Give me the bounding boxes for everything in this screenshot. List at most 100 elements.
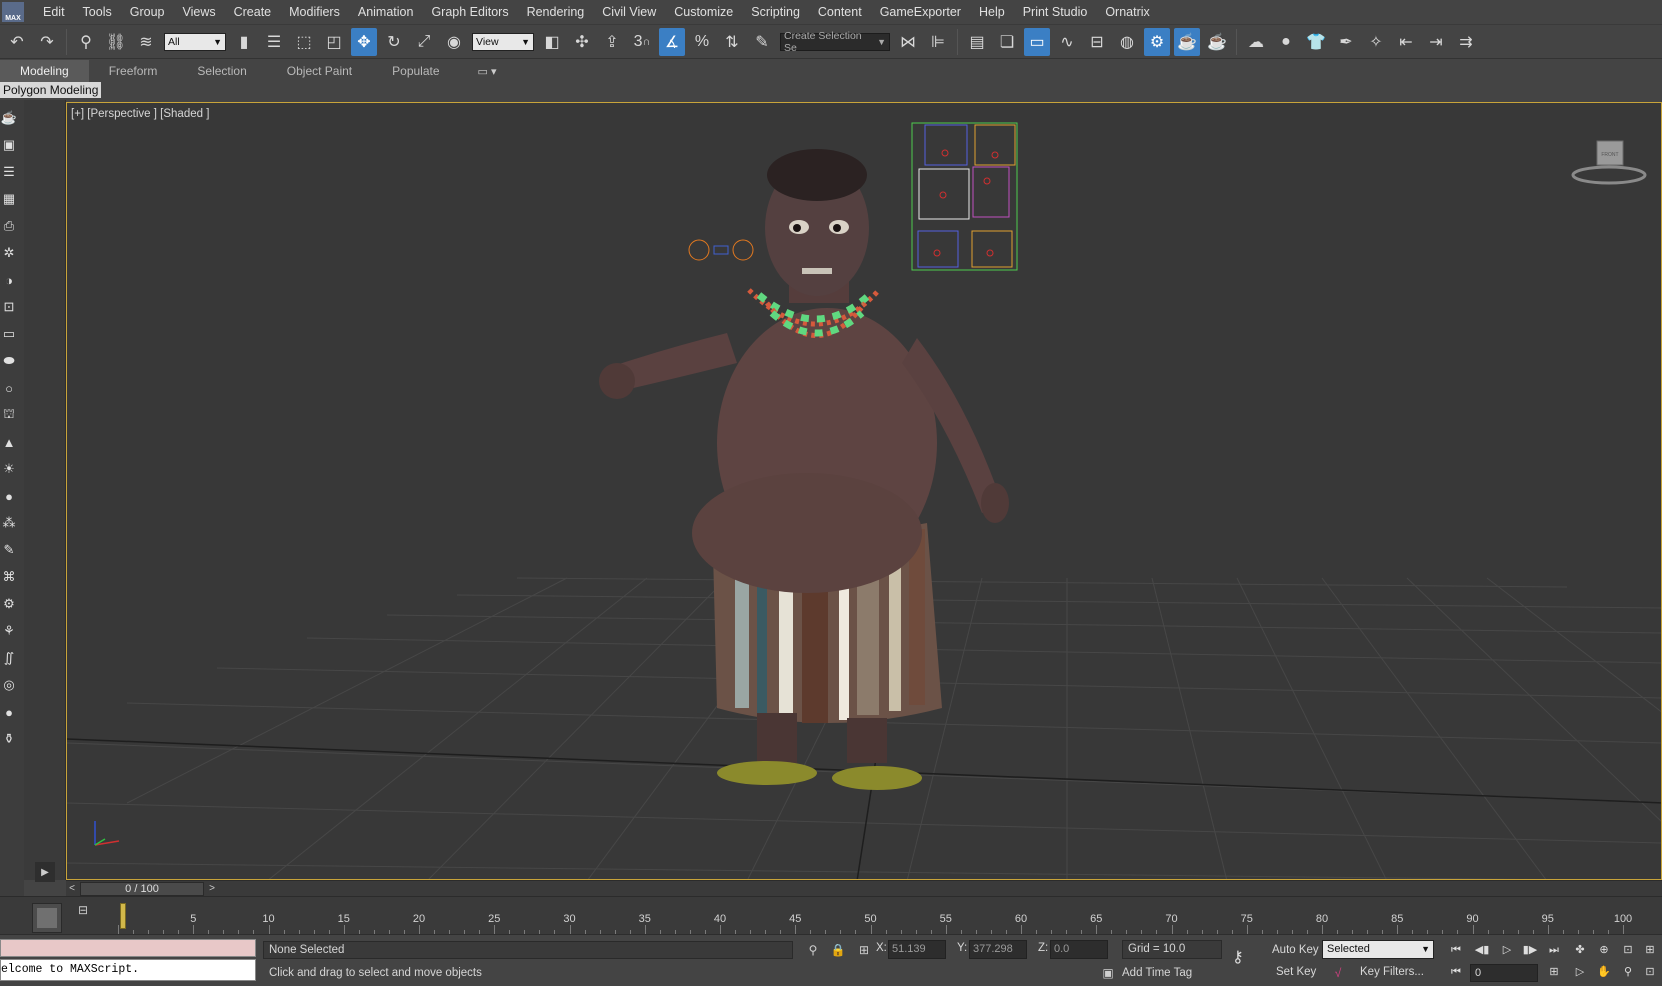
set-key-button[interactable]: Set Key — [1276, 966, 1316, 978]
named-selection-sets-dropdown[interactable]: Create Selection Se ▼ — [780, 30, 890, 54]
maxscript-listener-input[interactable] — [0, 939, 256, 957]
set-keys-key-icon[interactable]: ⚷ — [1232, 947, 1260, 966]
game-exporter-icon[interactable]: ⇥ — [1423, 28, 1449, 56]
cloth-icon[interactable]: 👕 — [1303, 28, 1329, 56]
edit-named-selection-icon[interactable]: ✎ — [749, 28, 775, 56]
snaps-toggle-icon[interactable]: 3 ∩ — [629, 28, 655, 56]
pan-icon[interactable]: ✋ — [1594, 963, 1614, 981]
sphere-icon[interactable]: ● — [1273, 28, 1299, 56]
rectangular-selection-icon[interactable]: ⬚ — [291, 28, 317, 56]
field-of-view-icon[interactable]: ⊡ — [1618, 941, 1638, 959]
teapot-icon[interactable]: ⛫ — [0, 406, 18, 424]
table-icon[interactable]: ▦ — [0, 190, 18, 208]
key-filters-button[interactable]: Key Filters... — [1360, 966, 1424, 978]
auto-key-button[interactable]: Auto Key — [1272, 944, 1319, 956]
polygon-modeling-panel[interactable]: Polygon Modeling — [0, 82, 102, 98]
zoom-region-icon[interactable]: ⊕ — [1594, 941, 1614, 959]
percent-snap-icon[interactable]: % — [689, 28, 715, 56]
paint-icon[interactable]: ✎ — [0, 541, 18, 559]
menu-graph-editors[interactable]: Graph Editors — [422, 0, 517, 25]
batch-export-icon[interactable]: ⇉ — [1453, 28, 1479, 56]
zoom-extents-icon[interactable]: ✤ — [1570, 941, 1590, 959]
sphere-icon[interactable]: ○ — [0, 379, 18, 397]
menu-scripting[interactable]: Scripting — [742, 0, 809, 25]
menu-views[interactable]: Views — [173, 0, 224, 25]
tab-populate[interactable]: Populate — [372, 60, 459, 82]
menu-animation[interactable]: Animation — [349, 0, 423, 25]
z-coordinate-field[interactable]: 0.0 — [1050, 940, 1108, 959]
rendered-frame-window-icon[interactable]: ☕ — [1174, 27, 1200, 56]
tab-freeform[interactable]: Freeform — [89, 60, 178, 82]
viewcube[interactable]: FRONT — [1569, 137, 1649, 187]
tab-selection[interactable]: Selection — [177, 60, 266, 82]
select-by-name-icon[interactable]: ☰ — [261, 28, 287, 56]
render-in-cloud-icon[interactable]: ☁ — [1243, 28, 1269, 56]
mirror-icon[interactable]: ⋈ — [895, 28, 921, 56]
mini-curve-editor-button[interactable] — [32, 903, 62, 933]
menu-print-studio[interactable]: Print Studio — [1014, 0, 1097, 25]
render-setup-icon[interactable]: ⚙ — [1144, 27, 1170, 56]
go-to-end-icon[interactable]: ⏭ — [1544, 941, 1564, 959]
use-pivot-center-icon[interactable]: ◧ — [539, 28, 565, 56]
select-object-icon[interactable]: ▮ — [231, 28, 257, 56]
menu-edit[interactable]: Edit — [34, 0, 74, 25]
menu-customize[interactable]: Customize — [665, 0, 742, 25]
time-slider[interactable]: < 0 / 100 > — [66, 880, 1662, 896]
particles-icon[interactable]: ⁂ — [0, 514, 18, 532]
previous-frame-icon[interactable]: ◀▮ — [1472, 941, 1492, 959]
menu-rendering[interactable]: Rendering — [518, 0, 594, 25]
film-icon[interactable]: ⊡ — [0, 298, 18, 316]
hair-icon[interactable]: ∬ — [0, 649, 18, 667]
layer-manager-icon[interactable]: ▤ — [964, 28, 990, 56]
window-crossing-icon[interactable]: ◰ — [321, 28, 347, 56]
unlink-icon[interactable]: ⛓ — [103, 28, 129, 56]
menu-tools[interactable]: Tools — [74, 0, 121, 25]
time-configuration-icon[interactable]: ⊞ — [1544, 963, 1564, 981]
cloth-icon[interactable]: ⌘ — [0, 568, 18, 586]
box-icon[interactable]: ▭ — [0, 325, 18, 343]
bottle-icon[interactable]: ⚱ — [0, 730, 18, 748]
render-production-icon[interactable]: ☕ — [1204, 28, 1230, 56]
curve-icon[interactable]: √ — [1330, 965, 1346, 981]
undo-icon[interactable]: ↶ — [4, 28, 30, 56]
schematic-view-icon[interactable]: ⊟ — [1084, 28, 1110, 56]
app-logo[interactable]: MAX — [2, 2, 24, 22]
grass-icon[interactable]: ⚘ — [0, 622, 18, 640]
keyboard-shortcut-override-icon[interactable]: ⇪ — [599, 28, 625, 56]
select-and-move-icon[interactable]: ✥ — [351, 27, 377, 56]
key-mode-toggle-icon[interactable]: ⏮ — [1446, 963, 1466, 981]
track-bar[interactable]: ⊟ 5 10 15 20 25 30 35 40 45 50 55 60 65 70 75 80 85 90 95 1… — [0, 896, 1662, 935]
sphere-white-icon[interactable]: ● — [0, 703, 18, 721]
reference-coordinate-dropdown[interactable]: View ▼ — [472, 32, 534, 51]
filter-icon[interactable]: ⊟ — [78, 903, 98, 919]
curve-editor-icon[interactable]: ∿ — [1054, 28, 1080, 56]
ribbon-options-icon[interactable]: ▭ ▾ — [478, 65, 497, 78]
list-icon[interactable]: ☰ — [0, 163, 18, 181]
lock-icon[interactable]: 🔒 — [830, 942, 846, 958]
tab-modeling[interactable]: Modeling — [0, 60, 89, 82]
isolate-selection-icon[interactable]: ⚲ — [805, 942, 821, 958]
menu-ornatrix[interactable]: Ornatrix — [1096, 0, 1158, 25]
hair-brush-icon[interactable]: ✒ — [1333, 28, 1359, 56]
teapot-icon[interactable]: ☕ — [0, 109, 18, 127]
menu-help[interactable]: Help — [970, 0, 1014, 25]
menu-modifiers[interactable]: Modifiers — [280, 0, 349, 25]
current-frame-field[interactable]: 0 — [1470, 964, 1538, 982]
time-slider-thumb[interactable]: 0 / 100 — [80, 882, 204, 896]
half-sphere-icon[interactable]: ◑ — [0, 271, 18, 289]
time-slider-next-button[interactable]: > — [206, 883, 218, 895]
go-to-start-icon[interactable]: ⏮ — [1446, 941, 1466, 959]
align-icon[interactable]: ⊫ — [925, 28, 951, 56]
camera-icon[interactable]: ⎙ — [0, 217, 18, 235]
absolute-mode-icon[interactable]: ⊞ — [856, 942, 872, 958]
sun-icon[interactable]: ☀ — [0, 460, 18, 478]
play-icon[interactable]: ▷ — [1497, 941, 1517, 959]
menu-civil-view[interactable]: Civil View — [593, 0, 665, 25]
expand-panel-arrow-icon[interactable]: ▶ — [35, 862, 55, 882]
menu-gameexporter[interactable]: GameExporter — [871, 0, 970, 25]
image-icon[interactable]: ▣ — [0, 136, 18, 154]
menu-content[interactable]: Content — [809, 0, 871, 25]
menu-group[interactable]: Group — [121, 0, 174, 25]
add-time-tag-button[interactable]: Add Time Tag — [1122, 964, 1192, 982]
walk-icon[interactable]: ⚲ — [1618, 963, 1638, 981]
